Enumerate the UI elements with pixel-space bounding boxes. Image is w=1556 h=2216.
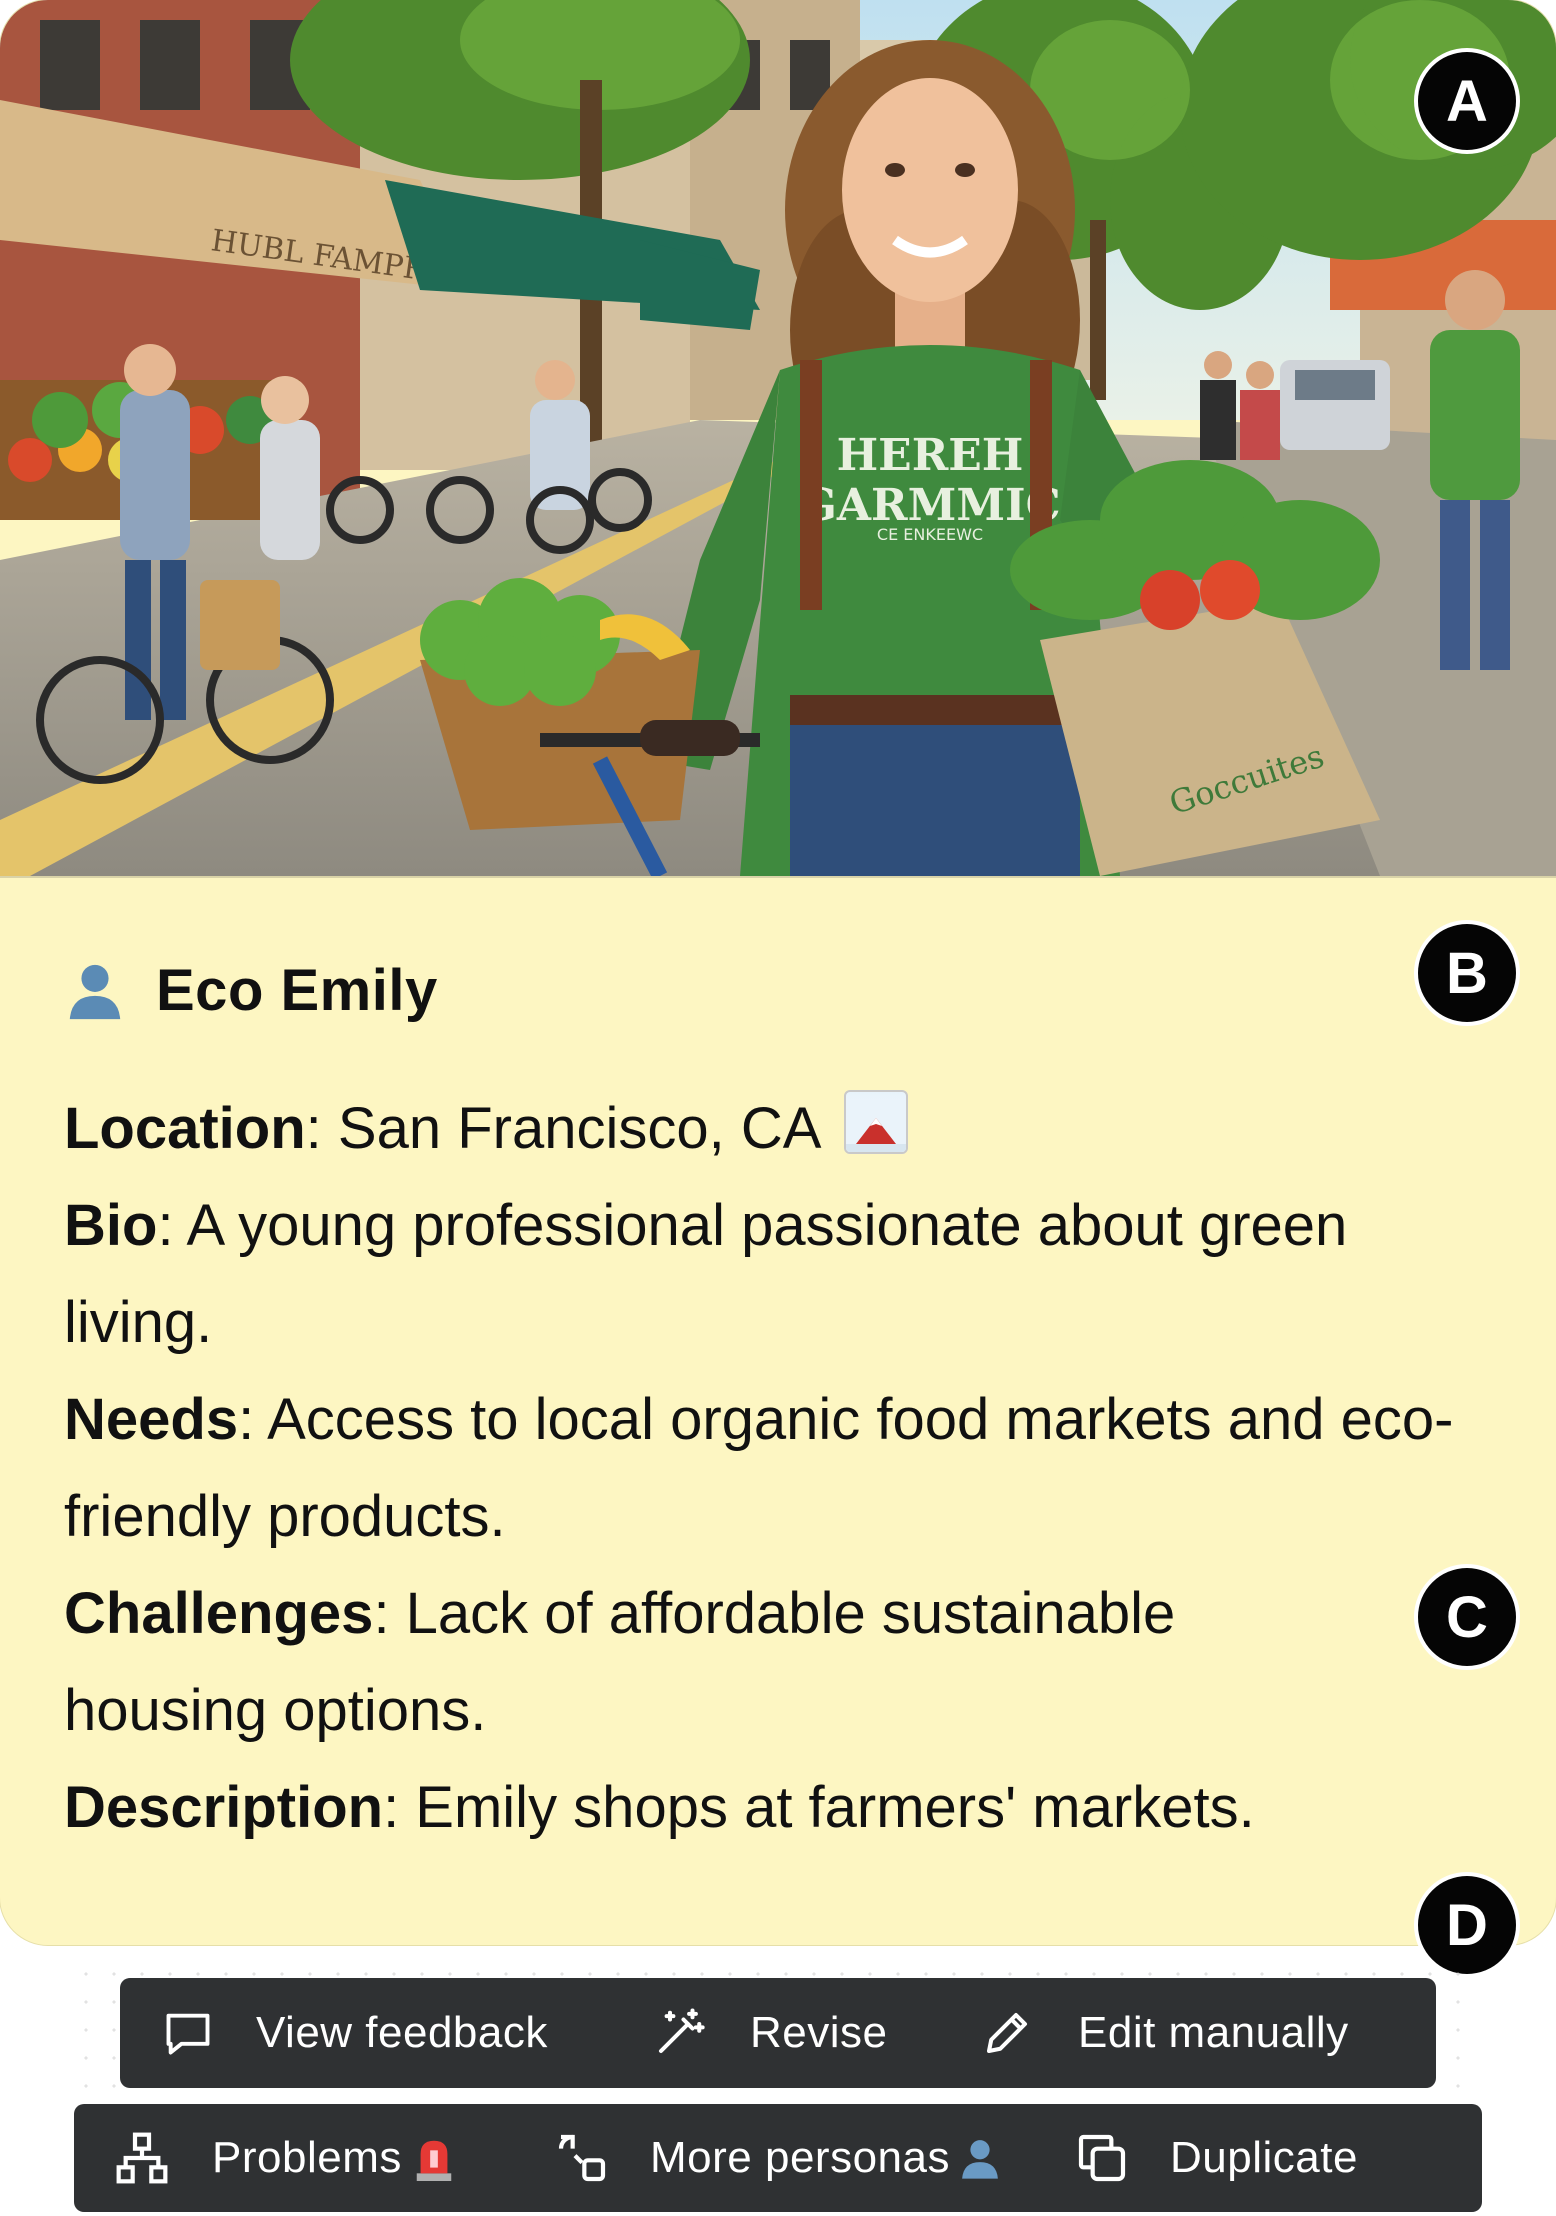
persona-card: HUBL FAMPRE BEL HEREH GARMMIC CE ENKEEWC…: [0, 0, 1556, 1945]
persona-header: Eco Emily: [64, 940, 1464, 1040]
more-personas-button[interactable]: More personas: [554, 2104, 1074, 2212]
generate-shapes-icon: [558, 2134, 606, 2182]
shirt-text-line1: HEREH: [837, 430, 1024, 481]
framed-picture-icon: [844, 1090, 909, 1154]
more-personas-label: More personas: [650, 2133, 950, 2182]
location-label: Location: [64, 1096, 306, 1161]
revise-button[interactable]: Revise: [612, 1978, 952, 2088]
person-silhouette-icon: [962, 2140, 998, 2179]
description-label: Description: [64, 1775, 384, 1840]
siren-icon: [416, 2140, 452, 2181]
challenges-field: Challenges: Lack of affordable sustainab…: [64, 1581, 1176, 1743]
edit-manually-button[interactable]: Edit manually: [952, 1978, 1349, 2088]
persona-secondary-toolbar: Problems More personas Duplicate: [74, 2104, 1482, 2212]
challenges-label: Challenges: [64, 1581, 374, 1646]
persona-name: Eco Emily: [156, 957, 438, 1023]
pencil-icon: [986, 2012, 1028, 2054]
person-silhouette-icon: [69, 964, 121, 1020]
speech-bubble-icon: [166, 2013, 210, 2055]
shirt-text-line2: GARMMIC: [799, 480, 1060, 531]
persona-header-block: Eco Emily: [64, 940, 1464, 1040]
shirt-text-line3: CE ENKEEWC: [877, 525, 983, 544]
persona-image: HUBL FAMPRE BEL HEREH GARMMIC CE ENKEEWC…: [0, 0, 1556, 878]
problems-label: Problems: [212, 2133, 402, 2182]
needs-value: Access to local organic food markets and…: [64, 1387, 1454, 1549]
needs-label: Needs: [64, 1387, 239, 1452]
location-field: Location: San Francisco, CA: [64, 1080, 1484, 1177]
needs-field: Needs: Access to local organic food mark…: [64, 1387, 1454, 1549]
persona-details: Location: San Francisco, CA Bio: A young…: [64, 1080, 1484, 1856]
persona-action-toolbar: View feedback Revise Edit manually: [120, 1978, 1436, 2088]
magic-wand-icon: [658, 2008, 705, 2054]
duplicate-label: Duplicate: [1170, 2133, 1358, 2182]
duplicate-button[interactable]: Duplicate: [1074, 2104, 1358, 2212]
copy-icon: [1078, 2134, 1126, 2182]
description-field: Description: Emily shops at farmers' mar…: [64, 1775, 1255, 1840]
bio-value: A young professional passionate about gr…: [64, 1193, 1348, 1355]
edit-manually-label: Edit manually: [1078, 2008, 1349, 2057]
revise-label: Revise: [750, 2008, 888, 2057]
view-feedback-button[interactable]: View feedback: [120, 1978, 612, 2088]
market-street-illustration: HUBL FAMPRE BEL HEREH GARMMIC CE ENKEEWC…: [0, 0, 1556, 876]
marker-c: C: [1418, 1568, 1516, 1666]
hierarchy-icon: [116, 2132, 168, 2184]
view-feedback-label: View feedback: [256, 2008, 548, 2057]
location-value: San Francisco, CA: [337, 1096, 819, 1161]
problems-button[interactable]: Problems: [74, 2104, 554, 2212]
marker-b: B: [1418, 924, 1516, 1022]
bio-field: Bio: A young professional passionate abo…: [64, 1193, 1348, 1355]
description-value: Emily shops at farmers' markets.: [415, 1775, 1255, 1840]
bio-label: Bio: [64, 1193, 158, 1258]
marker-a: A: [1418, 52, 1516, 150]
